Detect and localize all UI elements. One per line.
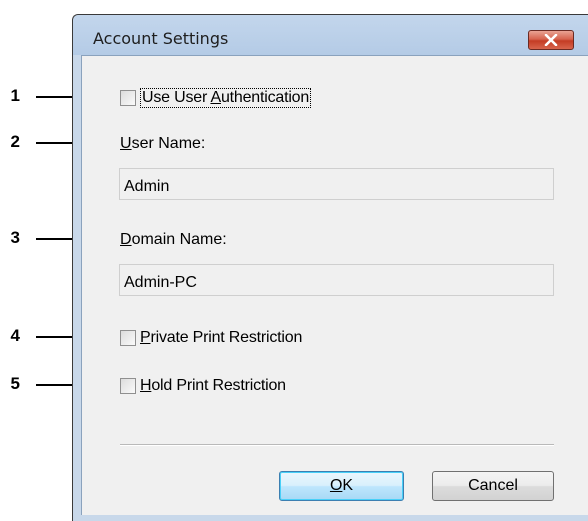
domain-name-label: Domain Name: (120, 231, 227, 249)
hold-print-restriction-label[interactable]: Hold Print Restriction (140, 377, 286, 395)
title-bar[interactable]: Account Settings (73, 15, 588, 55)
callout-number: 2 (10, 132, 20, 151)
ok-button[interactable]: OK (279, 471, 404, 501)
callout-number: 1 (10, 86, 20, 105)
label-suffix: uthentication (220, 89, 310, 106)
domain-name-field[interactable]: Admin-PC (119, 264, 554, 296)
separator (120, 444, 554, 446)
use-user-authentication-checkbox[interactable] (120, 90, 136, 106)
label-text: old Print Restriction (151, 377, 286, 394)
callout-number: 4 (10, 326, 20, 345)
close-button[interactable] (528, 30, 574, 50)
private-print-restriction-row[interactable]: Private Print Restriction (120, 328, 302, 348)
button-label: K (342, 477, 354, 494)
user-name-label: User Name: (120, 135, 205, 153)
private-print-restriction-checkbox[interactable] (120, 330, 136, 346)
cancel-button[interactable]: Cancel (432, 471, 554, 501)
hold-print-restriction-checkbox[interactable] (120, 378, 136, 394)
private-print-restriction-label[interactable]: Private Print Restriction (140, 329, 302, 347)
hold-print-restriction-row[interactable]: Hold Print Restriction (120, 376, 286, 396)
use-user-authentication-row[interactable]: Use User Authentication (120, 88, 312, 108)
user-name-field[interactable]: Admin (119, 168, 554, 200)
label-text: ser Name: (131, 135, 206, 152)
close-icon (544, 34, 558, 46)
label-text: rivate Print Restriction (150, 329, 303, 346)
access-key: D (120, 231, 132, 248)
callout-number: 5 (10, 374, 20, 393)
access-key: U (120, 135, 132, 152)
dialog-body: Use User Authentication User Name: Admin… (81, 55, 588, 515)
label-text: omain Name: (131, 231, 227, 248)
access-key: P (140, 329, 151, 346)
access-key: A (210, 89, 221, 106)
account-settings-dialog: Account Settings Use User Authentication… (72, 14, 588, 521)
callout-number: 3 (10, 228, 20, 247)
access-key: O (329, 477, 343, 494)
access-key: H (140, 377, 152, 394)
label-prefix: Use User (142, 89, 211, 106)
dialog-title: Account Settings (93, 29, 229, 48)
use-user-authentication-label[interactable]: Use User Authentication (140, 88, 312, 108)
